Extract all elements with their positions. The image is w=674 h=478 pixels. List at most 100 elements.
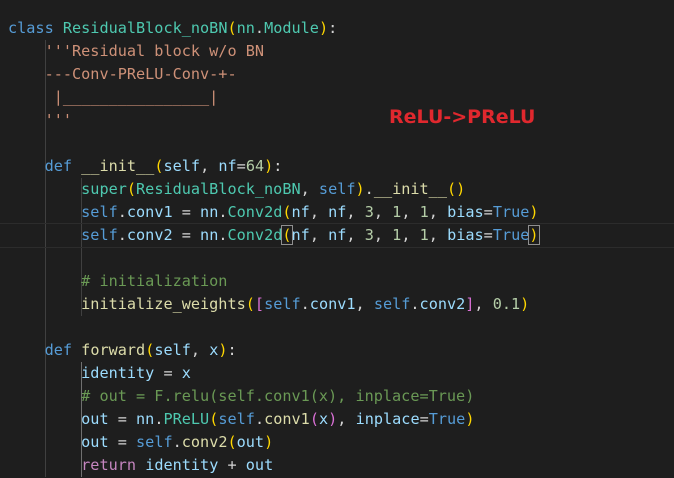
code-token: out	[81, 433, 109, 451]
code-token: self	[163, 157, 201, 175]
code-token: nn	[200, 203, 219, 221]
code-line[interactable]: # out = F.relu(self.conv1(x), inplace=Tr…	[0, 385, 674, 408]
code-token: )	[328, 410, 338, 428]
code-token: :	[273, 157, 283, 175]
code-token: =	[483, 226, 493, 244]
code-line[interactable]: def forward(self, x):	[0, 339, 674, 362]
code-line[interactable]: return identity + out	[0, 454, 674, 477]
code-token: .	[300, 295, 310, 313]
code-token: inplace	[355, 410, 420, 428]
code-line[interactable]: |________________|	[0, 86, 674, 109]
code-line[interactable]: '''	[0, 109, 674, 132]
code-token: .	[218, 226, 228, 244]
code-token: Conv2d	[227, 203, 283, 221]
code-token: .	[254, 410, 265, 428]
code-token: =	[154, 364, 182, 382]
code-token: ResidualBlock_noBN	[62, 19, 228, 37]
code-token: )	[520, 295, 530, 313]
code-token: # initialization	[81, 272, 228, 290]
code-token: True	[428, 410, 466, 428]
code-token: initialize_weights	[81, 295, 246, 313]
code-token: ,	[346, 203, 365, 221]
code-token: '''Residual block w/o BN	[44, 42, 265, 60]
code-line-text: super(ResidualBlock_noBN, self).__init__…	[8, 178, 465, 201]
code-line-text: class ResidualBlock_noBN(nn.Module):	[8, 17, 337, 40]
code-token: 0.1	[492, 295, 521, 313]
code-token: identity	[145, 456, 219, 474]
code-line[interactable]: identity = x	[0, 362, 674, 385]
code-line-text: initialize_weights([self.conv1, self.con…	[8, 293, 529, 316]
code-token: )	[355, 180, 365, 198]
code-token: self	[264, 295, 301, 313]
code-token: .	[218, 203, 228, 221]
code-token: x	[181, 364, 191, 382]
code-token: def	[44, 157, 73, 175]
code-token: # out = F.relu(self.conv1(x), inplace=Tr…	[81, 387, 475, 405]
code-token: conv1	[309, 295, 356, 313]
code-editor[interactable]: class ResidualBlock_noBN(nn.Module): '''…	[0, 0, 674, 478]
code-token: :	[328, 19, 338, 37]
code-token: self	[136, 433, 173, 451]
code-line[interactable]: self.conv1 = nn.Conv2d(nf, nf, 3, 1, 1, …	[0, 201, 674, 224]
code-token: conv2	[181, 433, 228, 451]
code-line[interactable]: class ResidualBlock_noBN(nn.Module):	[0, 17, 674, 40]
code-token: bias	[447, 203, 484, 221]
code-token: 64	[245, 157, 265, 175]
code-line[interactable]: super(ResidualBlock_noBN, self).__init__…	[0, 178, 674, 201]
code-token: .	[172, 433, 182, 451]
code-line[interactable]	[0, 247, 674, 270]
code-token: self	[81, 203, 118, 221]
code-token: PReLU	[163, 410, 210, 428]
code-token: conv2	[126, 226, 173, 244]
code-line[interactable]	[0, 132, 674, 155]
code-token: =	[236, 157, 246, 175]
code-token: self	[318, 180, 356, 198]
code-token: super	[81, 180, 127, 198]
code-token: .	[117, 226, 127, 244]
code-token: self	[218, 410, 255, 428]
code-line-text: def forward(self, x):	[8, 339, 237, 362]
code-token: ResidualBlock_noBN	[136, 180, 301, 198]
code-token: nf	[291, 203, 310, 221]
code-line[interactable]	[0, 316, 674, 339]
code-token: ,	[346, 226, 365, 244]
code-token: conv2	[419, 295, 466, 313]
code-token: =	[483, 203, 493, 221]
code-token: ,	[300, 180, 319, 198]
code-token: ,	[309, 203, 329, 221]
code-token: x	[318, 410, 329, 428]
code-line[interactable]: # initialization	[0, 270, 674, 293]
code-token: bias	[447, 226, 484, 244]
code-token: (	[209, 410, 219, 428]
code-line-text: return identity + out	[8, 454, 273, 477]
code-token: nf	[328, 203, 347, 221]
code-line[interactable]: '''Residual block w/o BN	[0, 40, 674, 63]
code-line[interactable]: ---Conv-PReLU-Conv-+-	[0, 63, 674, 86]
code-line-text: self.conv2 = nn.Conv2d(nf, nf, 3, 1, 1, …	[8, 224, 540, 247]
code-token: conv1	[126, 203, 173, 221]
code-token: [	[254, 295, 265, 313]
code-line[interactable]: out = nn.PReLU(self.conv1(x), inplace=Tr…	[0, 408, 674, 431]
code-token: =	[172, 203, 201, 221]
code-token: True	[492, 203, 530, 221]
code-token: ,	[401, 226, 420, 244]
code-line[interactable]: initialize_weights([self.conv1, self.con…	[0, 293, 674, 316]
code-token: out	[245, 456, 274, 474]
code-line[interactable]: out = self.conv2(out)	[0, 431, 674, 454]
code-token: out	[236, 433, 265, 451]
code-line[interactable]: self.conv2 = nn.Conv2d(nf, nf, 3, 1, 1, …	[0, 223, 674, 248]
code-token: +	[218, 456, 246, 474]
code-token: (	[145, 341, 155, 359]
code-token: 3	[364, 226, 374, 244]
code-line[interactable]: def __init__(self, nf=64):	[0, 155, 674, 178]
code-token: ,	[373, 203, 393, 221]
code-line-text: identity = x	[8, 362, 191, 385]
code-token: nn	[200, 226, 219, 244]
